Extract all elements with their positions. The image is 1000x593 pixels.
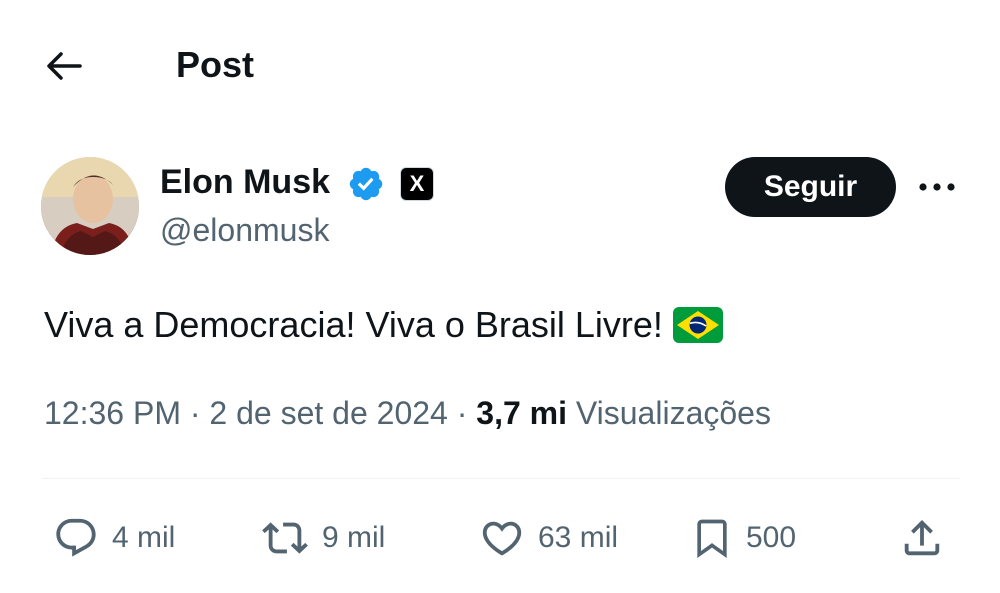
back-button[interactable] xyxy=(38,42,90,90)
post-date[interactable]: 2 de set de 2024 xyxy=(209,395,447,431)
arrow-left-icon xyxy=(47,52,82,80)
post-body: Viva a Democracia! Viva o Brasil Livre! xyxy=(44,300,723,356)
repost-button[interactable]: 9 mil xyxy=(260,510,385,566)
verified-badge-icon xyxy=(347,165,385,203)
repost-count: 9 mil xyxy=(322,521,386,554)
bookmark-count: 500 xyxy=(746,521,797,554)
author-handle[interactable]: @elonmusk xyxy=(160,210,329,250)
meta-separator: · xyxy=(456,395,468,431)
meta-separator: · xyxy=(189,395,201,431)
like-button[interactable]: 63 mil xyxy=(478,510,618,566)
reply-icon xyxy=(56,518,96,557)
heart-icon xyxy=(482,521,522,556)
post-meta: 12:36 PM · 2 de set de 2024 · 3,7 mi Vis… xyxy=(44,390,771,436)
reply-count: 4 mil xyxy=(112,521,176,554)
affiliation-badge[interactable]: X xyxy=(400,167,434,201)
post-text: Viva a Democracia! Viva o Brasil Livre! xyxy=(44,304,663,345)
repost-icon xyxy=(262,522,308,554)
follow-button[interactable]: Seguir xyxy=(725,157,896,217)
like-count: 63 mil xyxy=(538,521,619,554)
author-name[interactable]: Elon Musk xyxy=(160,162,330,202)
more-horizontal-icon xyxy=(919,183,955,191)
share-button[interactable] xyxy=(898,510,946,566)
reply-button[interactable]: 4 mil xyxy=(52,510,175,566)
bookmark-icon xyxy=(697,519,727,559)
share-icon xyxy=(904,519,940,556)
views-count: 3,7 mi xyxy=(476,395,567,431)
page-title: Post xyxy=(176,44,255,85)
avatar-image xyxy=(41,157,139,255)
views-label: Visualizações xyxy=(575,395,771,431)
avatar[interactable] xyxy=(41,157,139,255)
divider xyxy=(42,478,960,479)
post-time[interactable]: 12:36 PM xyxy=(44,395,181,431)
brazil-flag-icon xyxy=(672,306,723,356)
more-options-button[interactable] xyxy=(912,166,962,208)
x-logo-icon: X xyxy=(409,171,425,196)
bookmark-button[interactable]: 500 xyxy=(690,510,796,566)
